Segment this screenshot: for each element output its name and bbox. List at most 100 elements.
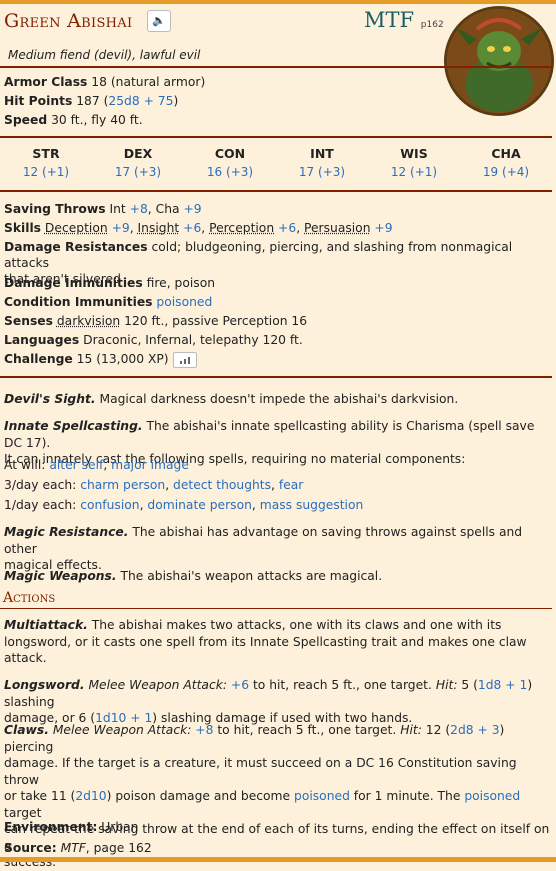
attack-type: Melee Weapon Attack:	[88, 678, 227, 692]
speed-value: 30 ft., fly 40 ft.	[51, 113, 143, 127]
condition-immunities: Condition Immunities poisoned	[4, 294, 548, 310]
source-page-value: , page 162	[85, 841, 152, 855]
environment-label: Environment:	[4, 820, 98, 834]
damage-roll[interactable]: 2d8 + 3	[450, 723, 499, 737]
condition-link[interactable]: poisoned	[464, 789, 520, 803]
spell-link[interactable]: confusion	[80, 498, 139, 512]
skills-label: Skills	[4, 221, 41, 235]
source-badge[interactable]: MTF p162	[364, 8, 444, 32]
spell-link[interactable]: mass suggestion	[260, 498, 364, 512]
damage-roll[interactable]: 1d8 + 1	[478, 678, 527, 692]
top-border	[0, 0, 556, 4]
ability-str: STR 12 (+1)	[0, 146, 92, 179]
creature-meta: Medium fiend (devil), lawful evil	[8, 48, 201, 62]
armor-class-label: Armor Class	[4, 75, 88, 89]
spells-3-day: 3/day each: charm person, detect thought…	[4, 478, 304, 492]
ability-roll[interactable]: 17 (+3)	[92, 165, 184, 179]
ability-cha: CHA 19 (+4)	[460, 146, 552, 179]
spell-link[interactable]: charm person	[80, 478, 165, 492]
trait-name: Devil's Sight.	[4, 392, 96, 406]
spell-frequency: At will:	[4, 458, 46, 472]
skills: Skills Deception +9, Insight +6, Percept…	[4, 221, 393, 235]
action-name: Longsword.	[4, 678, 85, 692]
source-label: Source:	[4, 841, 57, 855]
spell-link[interactable]: detect thoughts	[173, 478, 271, 492]
source-book: MTF	[364, 8, 415, 32]
ability-dex: DEX 17 (+3)	[92, 146, 184, 179]
hit-points-value: 187 (	[76, 94, 109, 108]
bar-chart-icon[interactable]	[172, 351, 197, 368]
damage-roll[interactable]: 2d10	[75, 789, 106, 803]
ability-roll[interactable]: 17 (+3)	[276, 165, 368, 179]
skill-roll[interactable]: +6	[183, 221, 201, 235]
skill-link[interactable]: Persuasion	[304, 221, 370, 235]
source-page: p162	[420, 20, 444, 30]
speaker-icon[interactable]: 🔈	[147, 10, 171, 32]
languages-label: Languages	[4, 333, 80, 347]
to-hit-roll[interactable]: +8	[195, 723, 213, 737]
skill-link[interactable]: Perception	[209, 221, 274, 235]
languages-value: Draconic, Infernal, telepathy 120 ft.	[83, 333, 303, 347]
damage-immunities-label: Damage Immunities	[4, 276, 143, 290]
save-int-roll[interactable]: +8	[130, 202, 148, 216]
spell-link[interactable]: major image	[111, 458, 189, 472]
saving-throws-label: Saving Throws	[4, 202, 106, 216]
hit-points: Hit Points 187 (25d8 + 75)	[4, 93, 548, 109]
challenge: Challenge 15 (13,000 XP)	[4, 351, 548, 368]
source-book-link[interactable]: MTF	[61, 841, 86, 855]
ability-name: DEX	[123, 146, 153, 161]
damage-immunities: Damage Immunities fire, poison	[4, 275, 548, 291]
divider	[0, 136, 552, 138]
divider	[0, 608, 552, 609]
to-hit-roll[interactable]: +6	[231, 678, 249, 692]
attack-type: Melee Weapon Attack:	[52, 723, 192, 737]
spell-link[interactable]: alter self	[49, 458, 103, 472]
action-text: target	[4, 805, 42, 820]
action-longsword: Longsword. Melee Weapon Attack: +6 to hi…	[4, 677, 552, 727]
skill-roll[interactable]: +6	[278, 221, 296, 235]
action-text: 5 (	[461, 678, 478, 692]
trait-name: Innate Spellcasting.	[4, 419, 143, 433]
ability-roll[interactable]: 16 (+3)	[184, 165, 276, 179]
speed-label: Speed	[4, 113, 48, 127]
hit-dice-roll[interactable]: 25d8 + 75	[108, 94, 173, 108]
condition-link[interactable]: poisoned	[294, 789, 350, 803]
skill-link[interactable]: Deception	[45, 221, 108, 235]
armor-class: Armor Class 18 (natural armor)	[4, 74, 548, 90]
bottom-border	[0, 857, 556, 862]
speed: Speed 30 ft., fly 40 ft.	[4, 112, 548, 128]
armor-class-value: 18 (natural armor)	[91, 75, 206, 89]
ability-int: INT 17 (+3)	[276, 146, 368, 179]
ability-wis: WIS 12 (+1)	[368, 146, 460, 179]
divider	[0, 66, 552, 68]
ability-name: STR	[32, 146, 60, 161]
ability-roll[interactable]: 12 (+1)	[0, 165, 92, 179]
skill-roll[interactable]: +9	[112, 221, 130, 235]
ability-name: WIS	[400, 146, 428, 161]
action-text: ) poison damage and become	[106, 789, 291, 803]
skill-roll[interactable]: +9	[374, 221, 392, 235]
trait-magic-weapons: Magic Weapons. The abishai's weapon atta…	[4, 568, 552, 585]
damage-immunities-value: fire, poison	[146, 276, 216, 290]
spells-1-day: 1/day each: confusion, dominate person, …	[4, 498, 364, 512]
skill-link[interactable]: Insight	[138, 221, 180, 235]
action-name: Claws.	[4, 723, 49, 737]
darkvision-link[interactable]: darkvision	[57, 314, 120, 328]
condition-link[interactable]: poisoned	[156, 295, 212, 309]
spell-link[interactable]: dominate person	[147, 498, 252, 512]
spell-link[interactable]: fear	[279, 478, 304, 492]
damage-resistances-label: Damage Resistances	[4, 240, 148, 254]
ability-con: CON 16 (+3)	[184, 146, 276, 179]
hit-points-close: )	[173, 94, 179, 108]
save-int: Int	[109, 202, 126, 216]
action-text: 12 (	[425, 723, 451, 737]
save-cha-roll[interactable]: +9	[183, 202, 201, 216]
ability-roll[interactable]: 19 (+4)	[460, 165, 552, 179]
actions-heading: Actions	[3, 590, 56, 606]
challenge-label: Challenge	[4, 352, 73, 366]
ability-roll[interactable]: 12 (+1)	[368, 165, 460, 179]
spells-at-will: At will: alter self, major image	[4, 458, 189, 472]
action-text: for 1 minute. The	[353, 789, 461, 803]
action-text: to hit, reach 5 ft., one target.	[217, 723, 397, 737]
ability-scores: STR 12 (+1) DEX 17 (+3) CON 16 (+3) INT 17 (…	[0, 146, 552, 179]
